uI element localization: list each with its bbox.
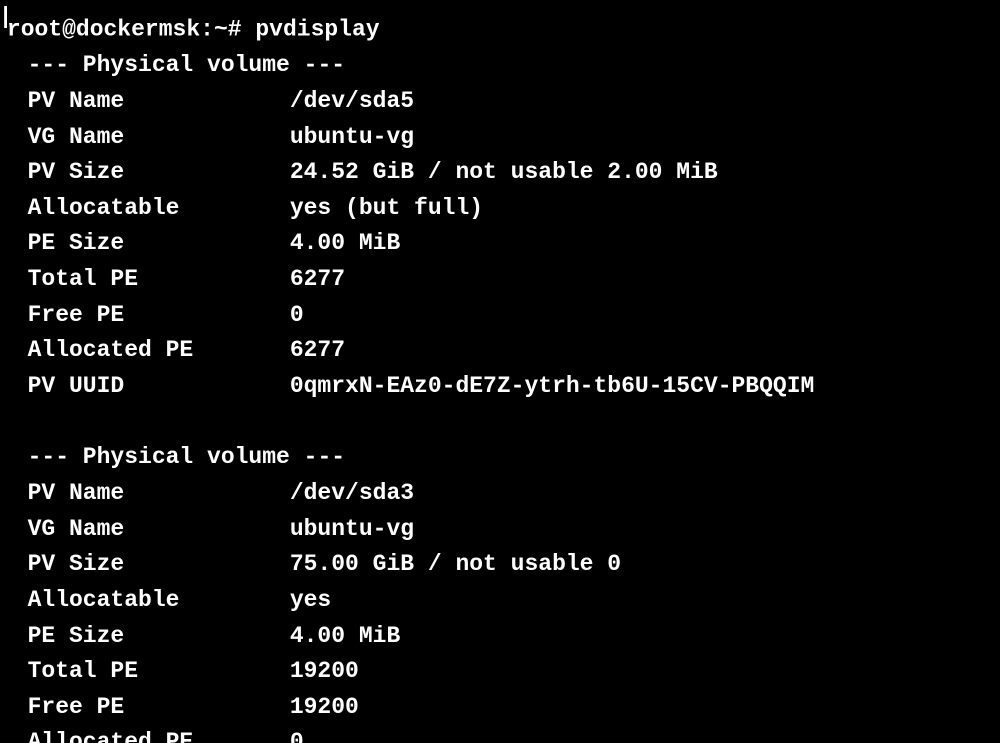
pv-field-label: Total PE (28, 654, 290, 690)
pv-field-row: PV UUID0qmrxN-EAz0-dE7Z-ytrh-tb6U-15CV-P… (0, 369, 1000, 405)
pv-field-row: PE Size4.00 MiB (0, 226, 1000, 262)
pv-field-row: PV Name/dev/sda5 (0, 84, 1000, 120)
pv-field-label: Free PE (28, 690, 290, 726)
command-text: pvdisplay (255, 17, 379, 43)
blank-line (0, 405, 1000, 441)
prompt-colon: : (200, 17, 214, 43)
pv-field-label: Allocated PE (28, 333, 290, 369)
pv-field-value: 19200 (290, 694, 359, 720)
pv-field-value: /dev/sda3 (290, 480, 414, 506)
pv-field-row: Total PE19200 (0, 654, 1000, 690)
pv-field-label: PE Size (28, 226, 290, 262)
prompt-userhost: root@dockermsk (7, 17, 200, 43)
pv-field-row: Free PE19200 (0, 690, 1000, 726)
pv-field-row: VG Nameubuntu-vg (0, 120, 1000, 156)
pv-header: --- Physical volume --- (0, 48, 1000, 84)
pv-field-row: Allocatableyes (but full) (0, 191, 1000, 227)
pv-field-value: 0qmrxN-EAz0-dE7Z-ytrh-tb6U-15CV-PBQQIM (290, 373, 815, 399)
pv-field-label: VG Name (28, 120, 290, 156)
pv-field-value: ubuntu-vg (290, 124, 414, 150)
pv-field-value: yes (290, 587, 331, 613)
pv-field-label: PE Size (28, 619, 290, 655)
pv-field-row: PV Size75.00 GiB / not usable 0 (0, 547, 1000, 583)
pv-header: --- Physical volume --- (0, 440, 1000, 476)
pv-field-label: Total PE (28, 262, 290, 298)
pv-field-label: PV UUID (28, 369, 290, 405)
prompt-cwd: ~ (214, 17, 228, 43)
pv-header-text: --- Physical volume --- (28, 444, 345, 470)
prompt-line: [root@dockermsk:~# pvdisplay (0, 0, 1000, 48)
prompt-hash: # (228, 17, 256, 43)
pv-field-value: 6277 (290, 266, 345, 292)
pv-field-row: Allocated PE6277 (0, 333, 1000, 369)
pv-field-label: Allocatable (28, 583, 290, 619)
pv-field-value: 4.00 MiB (290, 623, 400, 649)
pv-field-label: Allocatable (28, 191, 290, 227)
pv-field-value: 0 (290, 729, 304, 743)
pv-field-row: PV Size24.52 GiB / not usable 2.00 MiB (0, 155, 1000, 191)
pv-field-value: ubuntu-vg (290, 516, 414, 542)
pv-field-value: 0 (290, 302, 304, 328)
pv-field-label: Allocated PE (28, 725, 290, 743)
pv-field-row: Total PE6277 (0, 262, 1000, 298)
pv-field-row: Free PE0 (0, 298, 1000, 334)
pv-field-value: 6277 (290, 337, 345, 363)
pv-field-value: 75.00 GiB / not usable 0 (290, 551, 635, 577)
pv-field-label: PV Name (28, 84, 290, 120)
pv-field-row: Allocated PE0 (0, 725, 1000, 743)
pv-field-value: 24.52 GiB / not usable 2.00 MiB (290, 159, 718, 185)
pv-field-label: PV Name (28, 476, 290, 512)
pv-field-label: PV Size (28, 547, 290, 583)
pv-field-label: PV Size (28, 155, 290, 191)
prompt-bracket: [ (0, 0, 7, 36)
pv-header-text: --- Physical volume --- (28, 52, 345, 78)
pv-field-value: /dev/sda5 (290, 88, 414, 114)
pv-field-label: VG Name (28, 512, 290, 548)
pv-field-value: 19200 (290, 658, 359, 684)
pv-field-row: VG Nameubuntu-vg (0, 512, 1000, 548)
pv-field-row: PE Size4.00 MiB (0, 619, 1000, 655)
pv-field-row: Allocatableyes (0, 583, 1000, 619)
pv-field-value: 4.00 MiB (290, 230, 400, 256)
pv-field-value: yes (but full) (290, 195, 483, 221)
pv-field-row: PV Name/dev/sda3 (0, 476, 1000, 512)
terminal-output[interactable]: [root@dockermsk:~# pvdisplay --- Physical… (0, 0, 1000, 743)
pv-field-label: Free PE (28, 298, 290, 334)
